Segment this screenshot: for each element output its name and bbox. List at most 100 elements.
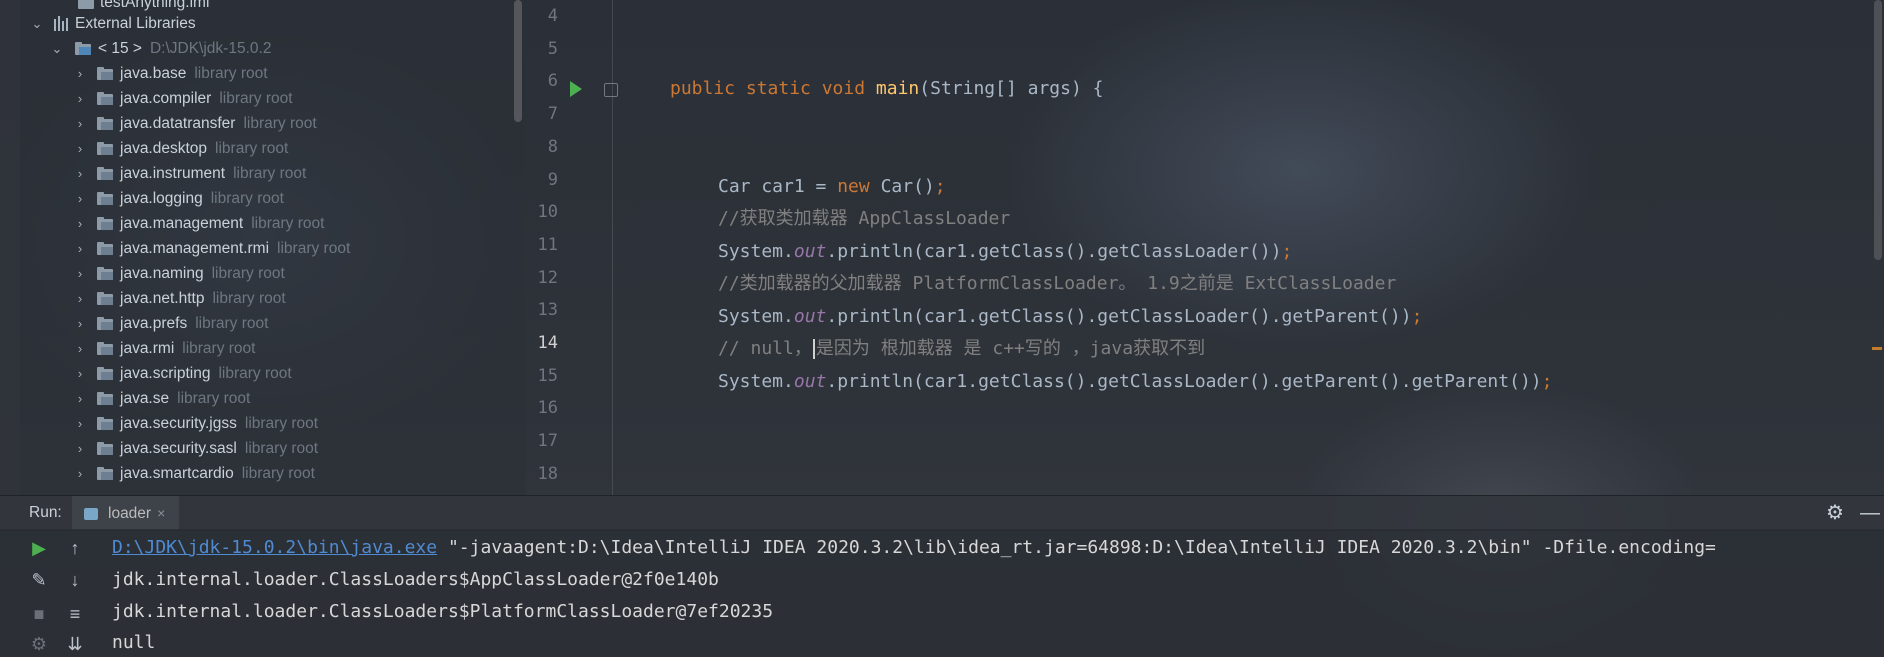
chevron-down-icon[interactable]: ⌄	[30, 11, 44, 36]
module-label: java.compiler library root	[120, 90, 293, 107]
folder-icon	[97, 142, 113, 155]
warning-stripe-marker[interactable]	[1872, 347, 1882, 350]
project-tree: testAnything.iml ⌄ External Libraries ⌄ …	[0, 0, 526, 495]
module-label: java.base library root	[120, 65, 268, 82]
down-icon[interactable]: ↓	[64, 569, 86, 591]
folder-icon	[97, 292, 113, 305]
folder-icon	[97, 67, 113, 80]
chevron-right-icon[interactable]: ›	[73, 261, 87, 286]
chevron-right-icon[interactable]: ›	[73, 186, 87, 211]
line-number: 13	[537, 300, 558, 321]
module-label: java.security.sasl library root	[120, 440, 319, 457]
run-config-icon	[84, 507, 98, 520]
code-line-9: Car car1 = new Car();	[718, 176, 946, 197]
folder-icon	[97, 267, 113, 280]
code-line-6: public static void main(String[] args) {	[670, 78, 1104, 99]
console-output-line-1: jdk.internal.loader.ClassLoaders$AppClas…	[112, 569, 719, 590]
folder-icon	[97, 442, 113, 455]
module-label: java.naming library root	[120, 265, 285, 282]
line-number: 15	[537, 365, 558, 386]
editor-scrollbar[interactable]	[1874, 0, 1882, 260]
chevron-down-icon[interactable]: ⌄	[50, 36, 64, 61]
run-label: Run:	[29, 504, 62, 521]
file-icon	[78, 0, 94, 9]
chevron-right-icon[interactable]: ›	[73, 161, 87, 186]
line-number: 16	[537, 398, 558, 419]
wrench-icon[interactable]: ✎	[28, 569, 50, 591]
folder-icon	[97, 392, 113, 405]
module-label: java.scripting library root	[120, 365, 292, 382]
chevron-right-icon[interactable]: ›	[73, 111, 87, 136]
chevron-right-icon[interactable]: ›	[73, 136, 87, 161]
module-label: java.datatransfer library root	[120, 115, 317, 132]
line-number: 4	[547, 6, 558, 26]
tree-scrollbar[interactable]	[514, 0, 522, 122]
text-caret	[812, 339, 815, 359]
console-output[interactable]: ▶ ↑ ✎ ↓ ■ ≡ ⚙ ⇊ D:\JDK\jdk-15.0.2\bin\ja…	[0, 529, 1884, 657]
close-icon[interactable]: ×	[157, 505, 165, 521]
line-number: 11	[537, 234, 558, 255]
settings-small-icon[interactable]: ⚙	[28, 633, 50, 655]
gutter-divider	[612, 0, 613, 495]
code-line-11: System.out.println(car1.getClass().getCl…	[718, 241, 1293, 262]
code-editor[interactable]: 4 5 6 7 8 9 10 11 12 13 14 15 16 17 18 public static v…	[526, 0, 1884, 495]
folder-icon	[97, 117, 113, 130]
bookmark-icon[interactable]	[604, 83, 618, 97]
tree-item-label: External Libraries	[75, 15, 196, 32]
line-number: 12	[537, 267, 558, 288]
module-label: java.prefs library root	[120, 315, 269, 332]
run-tab-loader[interactable]: loader ×	[72, 496, 180, 530]
chevron-right-icon[interactable]: ›	[73, 336, 87, 361]
line-number: 14	[537, 333, 558, 353]
line-number: 8	[547, 136, 558, 157]
run-gutter-icon[interactable]	[570, 81, 582, 97]
module-label: java.net.http library root	[120, 290, 286, 307]
up-icon[interactable]: ↑	[64, 537, 86, 559]
chevron-right-icon[interactable]: ›	[73, 461, 87, 486]
chevron-right-icon[interactable]: ›	[73, 211, 87, 236]
line-number: 7	[547, 104, 558, 125]
line-number: 9	[547, 169, 558, 190]
module-label: java.rmi library root	[120, 340, 256, 357]
code-line-15: System.out.println(car1.getClass().getCl…	[718, 371, 1553, 392]
line-number: 18	[537, 463, 558, 484]
scroll-end-icon[interactable]: ⇊	[64, 633, 86, 655]
chevron-right-icon[interactable]: ›	[73, 436, 87, 461]
minimize-icon[interactable]: —	[1860, 496, 1880, 530]
chevron-right-icon[interactable]: ›	[73, 236, 87, 261]
java-exe-link[interactable]: D:\JDK\jdk-15.0.2\bin\java.exe	[112, 537, 437, 558]
line-number: 6	[547, 71, 558, 92]
run-toolwindow-header: Run: loader × ⚙ —	[0, 495, 1884, 531]
line-number: 17	[537, 431, 558, 452]
module-label: java.smartcardio library root	[120, 465, 315, 482]
folder-icon	[97, 417, 113, 430]
settings-icon[interactable]: ⚙	[1826, 496, 1844, 530]
stop-icon[interactable]: ■	[28, 603, 50, 625]
folder-icon	[97, 317, 113, 330]
console-command-line: D:\JDK\jdk-15.0.2\bin\java.exe "-javaage…	[112, 537, 1716, 558]
chevron-right-icon[interactable]: ›	[73, 86, 87, 111]
chevron-right-icon[interactable]: ›	[73, 361, 87, 386]
rerun-icon[interactable]: ▶	[28, 537, 50, 559]
folder-icon	[97, 217, 113, 230]
module-label: java.se library root	[120, 390, 251, 407]
chevron-right-icon[interactable]: ›	[73, 386, 87, 411]
folder-icon	[97, 192, 113, 205]
code-line-10: //获取类加载器 AppClassLoader	[718, 208, 1011, 229]
chevron-right-icon[interactable]: ›	[73, 411, 87, 436]
code-line-14: // null， 是因为 根加载器 是 c++写的 ，java获取不到	[718, 338, 1206, 359]
jdk-folder-icon	[75, 42, 91, 55]
module-label: java.security.jgss library root	[120, 415, 319, 432]
folder-icon	[97, 167, 113, 180]
line-number: 5	[547, 38, 558, 59]
library-icon	[54, 16, 70, 31]
folder-icon	[97, 467, 113, 480]
module-label: java.instrument library root	[120, 165, 307, 182]
console-output-line-3: null	[112, 632, 156, 653]
module-label: java.management library root	[120, 215, 325, 232]
wrap-icon[interactable]: ≡	[64, 603, 86, 625]
chevron-right-icon[interactable]: ›	[73, 61, 87, 86]
chevron-right-icon[interactable]: ›	[73, 286, 87, 311]
structure-side-tab[interactable]: ructure	[0, 545, 16, 657]
chevron-right-icon[interactable]: ›	[73, 311, 87, 336]
